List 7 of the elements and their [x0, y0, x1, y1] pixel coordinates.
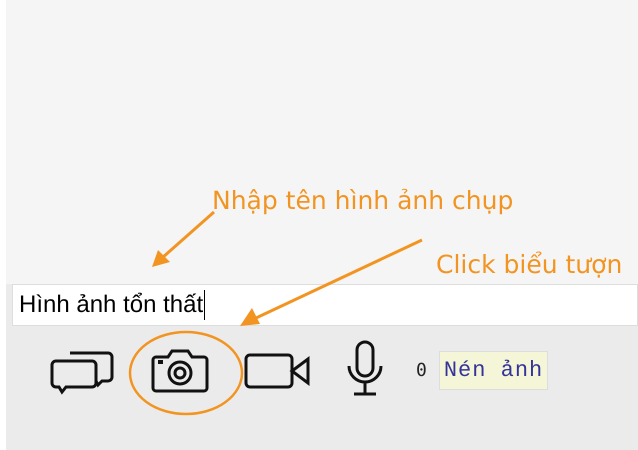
annotation-text: Nhập tên hình ảnh chụp [212, 186, 514, 215]
counter: 0 [416, 360, 427, 380]
annotation-text: Click biểu tượn [436, 250, 622, 279]
text-caret [204, 290, 206, 320]
field-value: Hình ảnh tổn thất [19, 291, 204, 319]
compress-image-button[interactable]: Nén ảnh [438, 350, 548, 390]
image-name-field[interactable]: Hình ảnh tổn thất [12, 284, 638, 326]
